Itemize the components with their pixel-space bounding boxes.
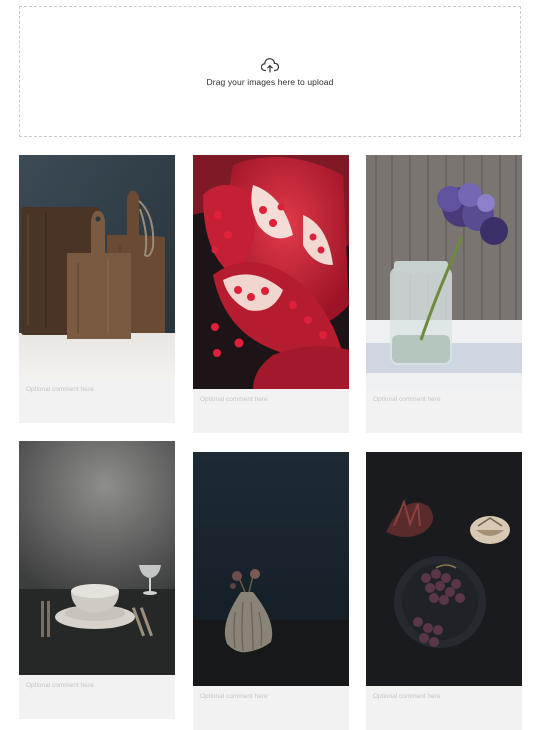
comment-field[interactable]: Optional comment here (366, 686, 522, 730)
comment-field[interactable]: Optional comment here (19, 379, 175, 423)
image-card[interactable]: Optional comment here (19, 441, 175, 719)
comment-field[interactable]: Optional comment here (19, 675, 175, 719)
comment-placeholder: Optional comment here (200, 693, 268, 700)
comment-placeholder: Optional comment here (373, 396, 441, 403)
image-card[interactable]: Optional comment here (366, 452, 522, 730)
comment-field[interactable]: Optional comment here (366, 389, 522, 433)
image-card[interactable]: Optional comment here (19, 155, 175, 423)
cloud-upload-icon (261, 58, 279, 73)
image-card[interactable]: Optional comment here (193, 155, 349, 433)
image-thumbnail (193, 452, 349, 686)
image-thumbnail (19, 441, 175, 675)
comment-placeholder: Optional comment here (373, 693, 441, 700)
comment-field[interactable]: Optional comment here (193, 686, 349, 730)
image-thumbnail (366, 155, 522, 389)
image-thumbnail (193, 155, 349, 389)
comment-placeholder: Optional comment here (26, 682, 94, 689)
image-thumbnail (366, 452, 522, 686)
comment-field[interactable]: Optional comment here (193, 389, 349, 433)
comment-placeholder: Optional comment here (26, 386, 94, 393)
image-thumbnail (19, 155, 175, 379)
image-card[interactable]: Optional comment here (193, 452, 349, 730)
comment-placeholder: Optional comment here (200, 396, 268, 403)
upload-prompt: Drag your images here to upload (206, 77, 334, 87)
image-card[interactable]: Optional comment here (366, 155, 522, 433)
